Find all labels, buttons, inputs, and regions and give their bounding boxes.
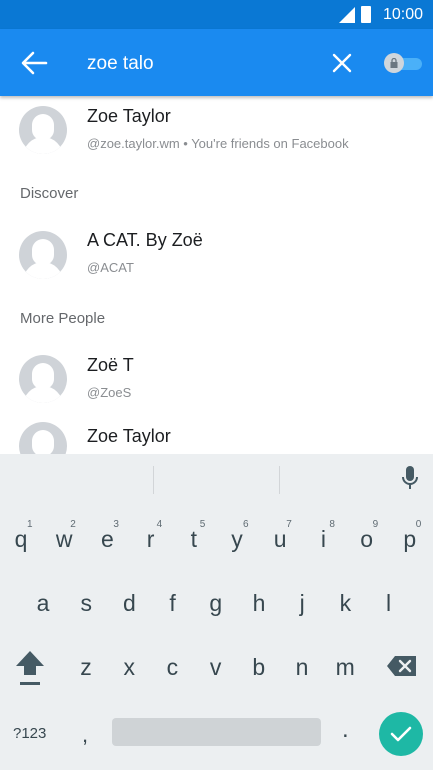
key-f[interactable]: f xyxy=(153,578,193,628)
key-x[interactable]: x xyxy=(109,642,149,692)
privacy-toggle[interactable] xyxy=(384,53,424,73)
symbols-key[interactable]: ?123 xyxy=(13,725,46,742)
microphone-icon[interactable] xyxy=(401,465,419,493)
spacebar[interactable] xyxy=(112,718,321,746)
key-label: m xyxy=(335,654,355,680)
result-subtitle: @zoe.taylor.wm • You're friends on Faceb… xyxy=(87,136,349,151)
key-label: v xyxy=(209,654,222,680)
key-q[interactable]: 1q xyxy=(1,514,41,564)
search-results: Zoe Taylor @zoe.taylor.wm • You're frien… xyxy=(0,96,433,454)
key-label: r xyxy=(146,526,155,552)
key-label: i xyxy=(320,526,326,552)
result-name: Zoe Taylor xyxy=(87,426,171,446)
key-label: u xyxy=(273,526,287,552)
result-row[interactable]: Zoe Taylor @zoe.taylor.wm • You're frien… xyxy=(0,102,433,162)
key-label: l xyxy=(386,590,392,616)
toggle-knob xyxy=(384,53,404,73)
key-label: h xyxy=(252,590,266,616)
key-y[interactable]: 6y xyxy=(217,514,257,564)
key-label: f xyxy=(169,590,176,616)
key-p[interactable]: 0p xyxy=(390,514,430,564)
backspace-icon[interactable] xyxy=(386,654,418,678)
key-e[interactable]: 3e xyxy=(87,514,127,564)
avatar xyxy=(19,106,67,154)
lock-icon xyxy=(390,58,398,68)
checkmark-icon xyxy=(390,726,412,742)
shift-icon[interactable] xyxy=(14,649,46,689)
section-header-more-people: More People xyxy=(20,310,106,327)
close-icon[interactable] xyxy=(330,51,354,75)
key-c[interactable]: c xyxy=(152,642,192,692)
section-header-discover: Discover xyxy=(20,185,79,202)
key-h[interactable]: h xyxy=(239,578,279,628)
key-b[interactable]: b xyxy=(239,642,279,692)
key-z[interactable]: z xyxy=(66,642,106,692)
search-input[interactable]: zoe talo xyxy=(87,53,154,75)
key-label: s xyxy=(80,590,92,616)
key-d[interactable]: d xyxy=(109,578,149,628)
key-g[interactable]: g xyxy=(196,578,236,628)
key-i[interactable]: 8i xyxy=(303,514,343,564)
result-name: Zoe Taylor xyxy=(87,106,171,126)
key-t[interactable]: 5t xyxy=(174,514,214,564)
key-label: d xyxy=(122,590,136,616)
arrow-left-icon[interactable] xyxy=(20,50,48,76)
key-label: e xyxy=(100,526,114,552)
key-label: y xyxy=(231,526,243,552)
search-app-bar: zoe talo xyxy=(0,29,433,96)
key-label: n xyxy=(295,654,309,680)
key-n[interactable]: n xyxy=(282,642,322,692)
result-row[interactable]: Zoe Taylor xyxy=(0,418,433,454)
result-name: A CAT. By Zoë xyxy=(87,230,203,250)
key-label: a xyxy=(36,590,50,616)
result-row[interactable]: A CAT. By Zoë @ACAT xyxy=(0,226,433,286)
key-w[interactable]: 2w xyxy=(44,514,84,564)
key-label: x xyxy=(123,654,135,680)
key-label: q xyxy=(14,526,28,552)
status-time: 10:00 xyxy=(382,6,423,23)
result-name: Zoë T xyxy=(87,355,134,375)
on-screen-keyboard: 1q2w3e4r5t6y7u8i9o0p a s d f g h j k l z x c v b nm ?… xyxy=(0,454,433,770)
key-r[interactable]: 4r xyxy=(131,514,171,564)
key-label: z xyxy=(80,654,92,680)
key-label: p xyxy=(403,526,417,552)
key-s[interactable]: s xyxy=(66,578,106,628)
result-subtitle: @ACAT xyxy=(87,260,134,275)
key-label: t xyxy=(190,526,197,552)
result-subtitle: @ZoeS xyxy=(87,385,132,400)
avatar xyxy=(19,355,67,403)
key-label: g xyxy=(209,590,223,616)
enter-button[interactable] xyxy=(379,712,423,756)
period-key[interactable]: . xyxy=(342,716,349,744)
key-label: c xyxy=(166,654,179,680)
comma-key[interactable]: , xyxy=(82,722,88,748)
suggestion-divider xyxy=(153,466,154,494)
key-k[interactable]: k xyxy=(325,578,365,628)
result-row[interactable]: Zoë T @ZoeS xyxy=(0,351,433,411)
key-label: b xyxy=(252,654,266,680)
key-label: j xyxy=(299,590,305,616)
avatar xyxy=(19,231,67,279)
key-u[interactable]: 7u xyxy=(260,514,300,564)
key-label: k xyxy=(339,590,352,616)
key-j[interactable]: j xyxy=(282,578,322,628)
key-label: w xyxy=(55,526,73,552)
key-v[interactable]: v xyxy=(196,642,236,692)
key-o[interactable]: 9o xyxy=(347,514,387,564)
battery-icon xyxy=(361,6,371,23)
status-bar: 10:00 xyxy=(0,0,433,29)
key-label: o xyxy=(360,526,373,552)
avatar xyxy=(19,422,67,454)
signal-icon xyxy=(339,7,355,23)
key-a[interactable]: a xyxy=(23,578,63,628)
suggestion-divider xyxy=(279,466,280,494)
key-l[interactable]: l xyxy=(369,578,409,628)
key-m[interactable]: m xyxy=(325,642,365,692)
